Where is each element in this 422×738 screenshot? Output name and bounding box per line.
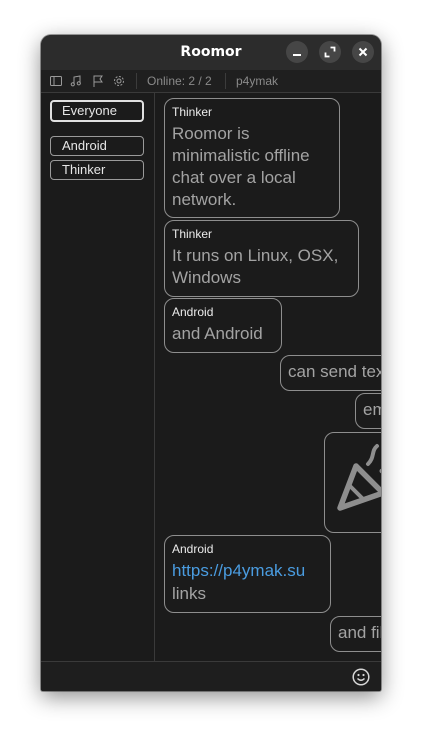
gear-icon[interactable]: [112, 74, 126, 88]
message-text: can send texts: [288, 362, 381, 381]
message-bubble[interactable]: Android https://p4ymak.su links: [164, 535, 331, 613]
toolbar-separator: [136, 73, 137, 89]
toolbar: Online: 2 / 2 p4ymak: [41, 70, 381, 93]
message-text: It runs on Linux, OSX,: [172, 246, 339, 265]
message-sender: Thinker: [172, 227, 213, 241]
chat-area: Thinker Roomor is minimalistic offline c…: [155, 93, 381, 661]
peer-thinker[interactable]: Thinker: [50, 160, 144, 180]
message-sender: Thinker: [172, 105, 213, 119]
app-window: Roomor Online: 2 / 2 p4ymak Everyone And…: [41, 35, 381, 691]
message-text: and Android: [172, 324, 263, 343]
sidebar-toggle-icon[interactable]: [49, 74, 63, 88]
close-button[interactable]: [352, 41, 374, 63]
party-popper-icon: [337, 444, 381, 511]
toolbar-separator: [225, 73, 226, 89]
message-text: minimalistic offline: [172, 146, 310, 165]
own-message-bubble[interactable]: emoji: [355, 393, 381, 429]
message-bubble[interactable]: Android and Android: [164, 298, 282, 353]
online-count: Online: 2 / 2: [147, 74, 212, 88]
close-icon: [358, 47, 368, 57]
emoji-picker-icon[interactable]: [352, 668, 370, 686]
message-bubble[interactable]: Thinker It runs on Linux, OSX, Windows: [164, 220, 359, 297]
message-sender: Android: [172, 542, 214, 556]
message-text: emoji: [363, 400, 381, 419]
message-link[interactable]: https://p4ymak.su: [172, 560, 305, 582]
maximize-icon: [324, 46, 336, 58]
title-bar[interactable]: Roomor: [41, 35, 381, 70]
message-input-bar[interactable]: [41, 661, 381, 691]
music-note-icon[interactable]: [69, 74, 83, 88]
message-text: links: [172, 584, 207, 603]
minimize-icon: [293, 54, 301, 56]
message-text: Windows: [172, 268, 241, 287]
peer-android[interactable]: Android: [50, 136, 144, 156]
peer-list: Everyone Android Thinker: [41, 93, 155, 661]
minimize-button[interactable]: [286, 41, 308, 63]
username-label: p4ymak: [236, 74, 279, 88]
peer-everyone[interactable]: Everyone: [50, 100, 144, 122]
own-message-bubble[interactable]: and files: [330, 616, 381, 652]
own-message-bubble[interactable]: can send texts: [280, 355, 381, 391]
message-text: network.: [172, 190, 237, 209]
message-text: and files: [338, 623, 381, 642]
message-text: Roomor is: [172, 124, 250, 143]
message-text: chat over a local: [172, 168, 296, 187]
own-message-bubble[interactable]: [324, 432, 381, 533]
message-sender: Android: [172, 305, 214, 319]
flag-icon[interactable]: [91, 74, 105, 88]
maximize-button[interactable]: [319, 41, 341, 63]
message-bubble[interactable]: Thinker Roomor is minimalistic offline c…: [164, 98, 340, 218]
